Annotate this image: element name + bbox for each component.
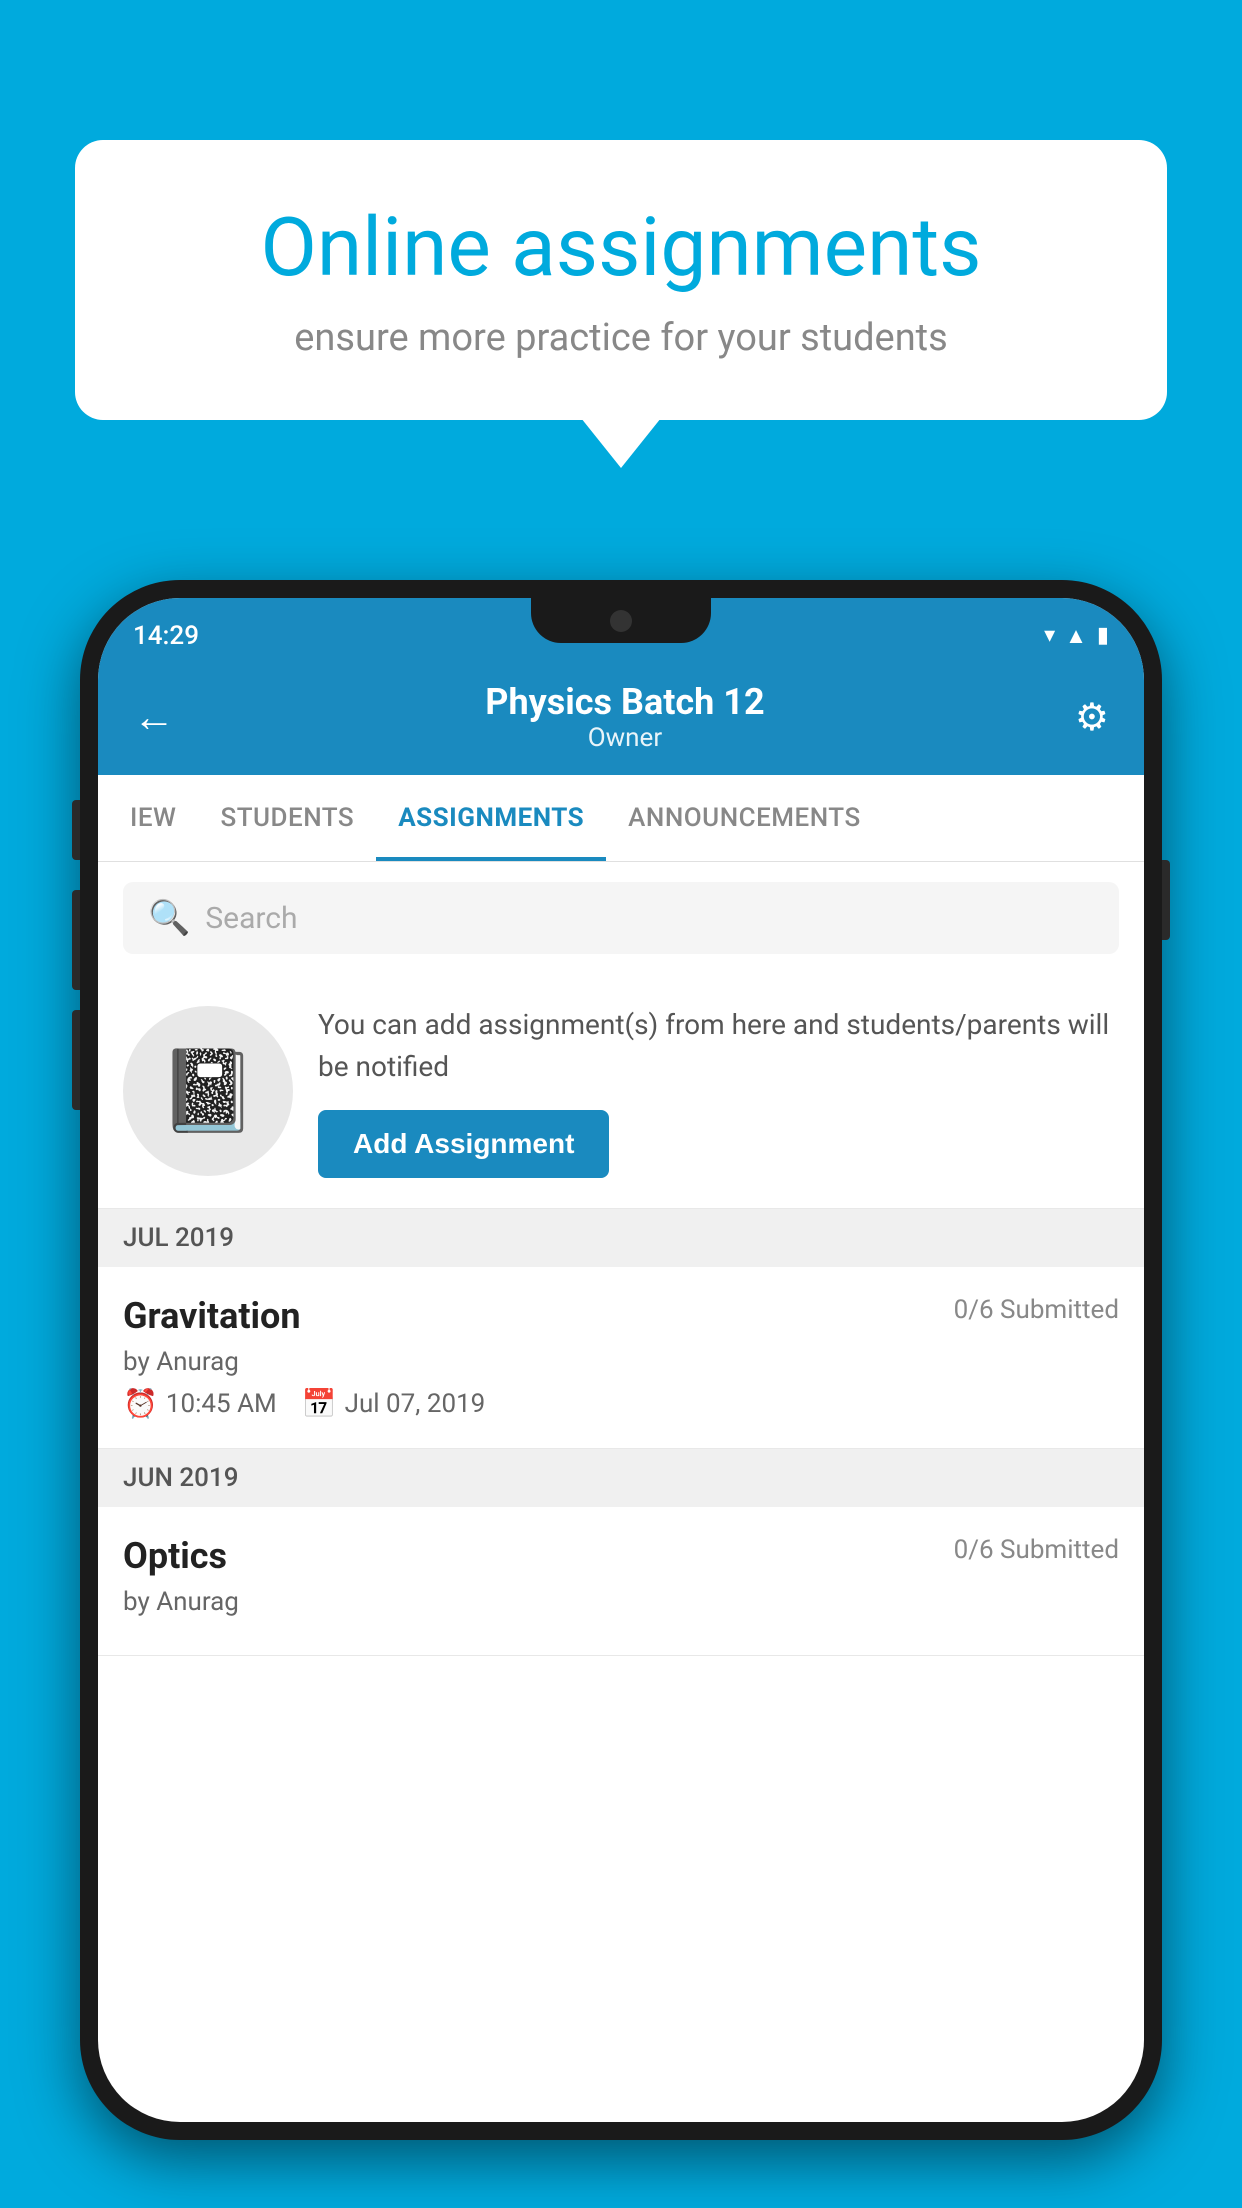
assignment-time: ⏰ 10:45 AM: [123, 1387, 277, 1420]
speech-bubble: Online assignments ensure more practice …: [75, 140, 1167, 420]
header-subtitle: Owner: [485, 723, 764, 753]
app-header: ← Physics Batch 12 Owner ⚙: [98, 663, 1144, 775]
speech-bubble-title: Online assignments: [145, 200, 1097, 296]
silent-button: [72, 1010, 80, 1110]
search-bar[interactable]: 🔍 Search: [123, 882, 1119, 954]
promo-text: You can add assignment(s) from here and …: [318, 1004, 1119, 1088]
assignment-title-optics: Optics: [123, 1535, 227, 1577]
speech-bubble-subtitle: ensure more practice for your students: [145, 316, 1097, 360]
tab-announcements[interactable]: ANNOUNCEMENTS: [606, 775, 883, 861]
notebook-icon: 📓: [158, 1044, 258, 1138]
month-divider-jul: JUL 2019: [98, 1209, 1144, 1267]
calendar-icon: 📅: [302, 1387, 337, 1420]
header-title: Physics Batch 12: [485, 681, 764, 723]
front-camera: [610, 610, 632, 632]
tab-students[interactable]: STUDENTS: [198, 775, 376, 861]
tab-overview[interactable]: IEW: [108, 775, 198, 861]
promo-icon-circle: 📓: [123, 1006, 293, 1176]
assignment-meta: ⏰ 10:45 AM 📅 Jul 07, 2019: [123, 1387, 1119, 1420]
wifi-icon: ▾: [1044, 623, 1055, 648]
back-button[interactable]: ←: [133, 693, 175, 742]
phone-notch: [531, 598, 711, 643]
speech-bubble-section: Online assignments ensure more practice …: [75, 140, 1167, 420]
search-container: 🔍 Search: [98, 862, 1144, 974]
phone-screen: 14:29 ▾ ▲ ▮ ← Physics Batch 12 Owner ⚙ I…: [98, 598, 1144, 2122]
assignment-item-optics[interactable]: Optics 0/6 Submitted by Anurag: [98, 1507, 1144, 1656]
search-placeholder: Search: [205, 901, 297, 936]
search-icon: 🔍: [148, 898, 190, 938]
tab-bar: IEW STUDENTS ASSIGNMENTS ANNOUNCEMENTS: [98, 775, 1144, 862]
phone-mockup: 14:29 ▾ ▲ ▮ ← Physics Batch 12 Owner ⚙ I…: [80, 580, 1162, 2140]
status-icons: ▾ ▲ ▮: [1044, 623, 1109, 649]
assignment-date: 📅 Jul 07, 2019: [302, 1387, 486, 1420]
content-area: 🔍 Search 📓 You can add assignment(s) fro…: [98, 862, 1144, 1656]
promo-content: You can add assignment(s) from here and …: [318, 1004, 1119, 1178]
add-assignment-button[interactable]: Add Assignment: [318, 1110, 609, 1178]
clock-icon: ⏰: [123, 1387, 158, 1420]
assignment-by-optics: by Anurag: [123, 1587, 1119, 1617]
header-center: Physics Batch 12 Owner: [485, 681, 764, 753]
tab-assignments[interactable]: ASSIGNMENTS: [376, 775, 606, 861]
assignment-submitted: 0/6 Submitted: [954, 1295, 1119, 1325]
assignment-by: by Anurag: [123, 1347, 1119, 1377]
assignment-submitted-optics: 0/6 Submitted: [954, 1535, 1119, 1565]
status-time: 14:29: [133, 621, 199, 651]
signal-icon: ▲: [1065, 623, 1087, 649]
promo-section: 📓 You can add assignment(s) from here an…: [98, 974, 1144, 1209]
assignment-item-gravitation[interactable]: Gravitation 0/6 Submitted by Anurag ⏰ 10…: [98, 1267, 1144, 1449]
settings-icon[interactable]: ⚙: [1075, 695, 1109, 740]
month-divider-jun: JUN 2019: [98, 1449, 1144, 1507]
power-button: [1162, 860, 1170, 940]
battery-icon: ▮: [1097, 623, 1109, 648]
assignment-title: Gravitation: [123, 1295, 301, 1337]
volume-up-button: [72, 800, 80, 860]
volume-down-button: [72, 890, 80, 990]
